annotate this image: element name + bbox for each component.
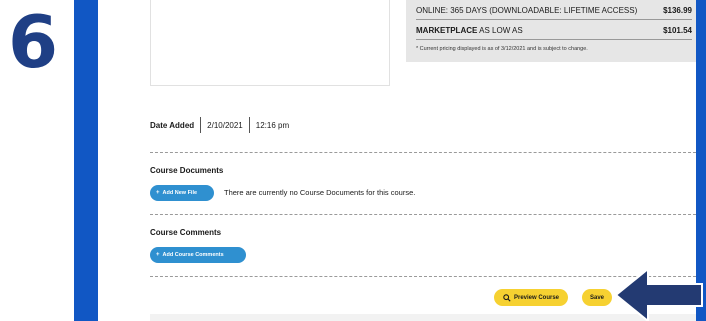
divider <box>200 117 202 133</box>
save-button[interactable]: Save <box>582 289 612 306</box>
date-added-time: 12:16 pm <box>255 120 290 130</box>
course-edit-panel: ONLINE: 365 DAYS (DOWNLOADABLE: LIFETIME… <box>98 0 696 321</box>
date-added-label: Date Added <box>150 120 195 130</box>
preview-course-button[interactable]: Preview Course <box>494 289 568 306</box>
preview-course-label: Preview Course <box>513 294 560 301</box>
plus-icon: + <box>156 190 160 196</box>
add-course-comments-label: Add Course Comments <box>162 252 224 258</box>
add-new-file-button[interactable]: + Add New File <box>150 185 214 201</box>
course-comments-title: Course Comments <box>150 228 222 237</box>
course-documents-title: Course Documents <box>150 166 224 175</box>
price-label-online: ONLINE: 365 DAYS (DOWNLOADABLE: LIFETIME… <box>416 6 638 15</box>
price-amount-marketplace: $101.54 <box>663 26 692 35</box>
price-row-marketplace: MARKETPLACE AS LOW AS $101.54 <box>416 22 692 40</box>
pricing-note: * Current pricing displayed is as of 3/1… <box>416 46 588 52</box>
pointer-arrow-icon <box>614 266 703 321</box>
section-divider <box>150 152 696 153</box>
price-amount-online: $136.99 <box>663 6 692 15</box>
price-label-marketplace: AS LOW AS <box>477 26 523 35</box>
step-number: 6 <box>7 0 59 84</box>
save-label: Save <box>589 294 604 301</box>
date-added-row: Date Added 2/10/2021 12:16 pm <box>150 116 289 134</box>
no-documents-message: There are currently no Course Documents … <box>224 188 416 197</box>
date-added-date: 2/10/2021 <box>207 120 243 130</box>
divider <box>248 117 250 133</box>
section-divider <box>150 214 696 215</box>
plus-icon: + <box>156 252 160 258</box>
add-new-file-label: Add New File <box>162 190 198 196</box>
pricing-box: ONLINE: 365 DAYS (DOWNLOADABLE: LIFETIME… <box>406 0 696 62</box>
add-course-comments-button[interactable]: + Add Course Comments <box>150 247 246 263</box>
search-icon <box>503 293 511 302</box>
course-image-placeholder <box>150 0 390 86</box>
price-label-marketplace-bold: MARKETPLACE <box>416 26 478 35</box>
price-row-online: ONLINE: 365 DAYS (DOWNLOADABLE: LIFETIME… <box>416 2 692 20</box>
